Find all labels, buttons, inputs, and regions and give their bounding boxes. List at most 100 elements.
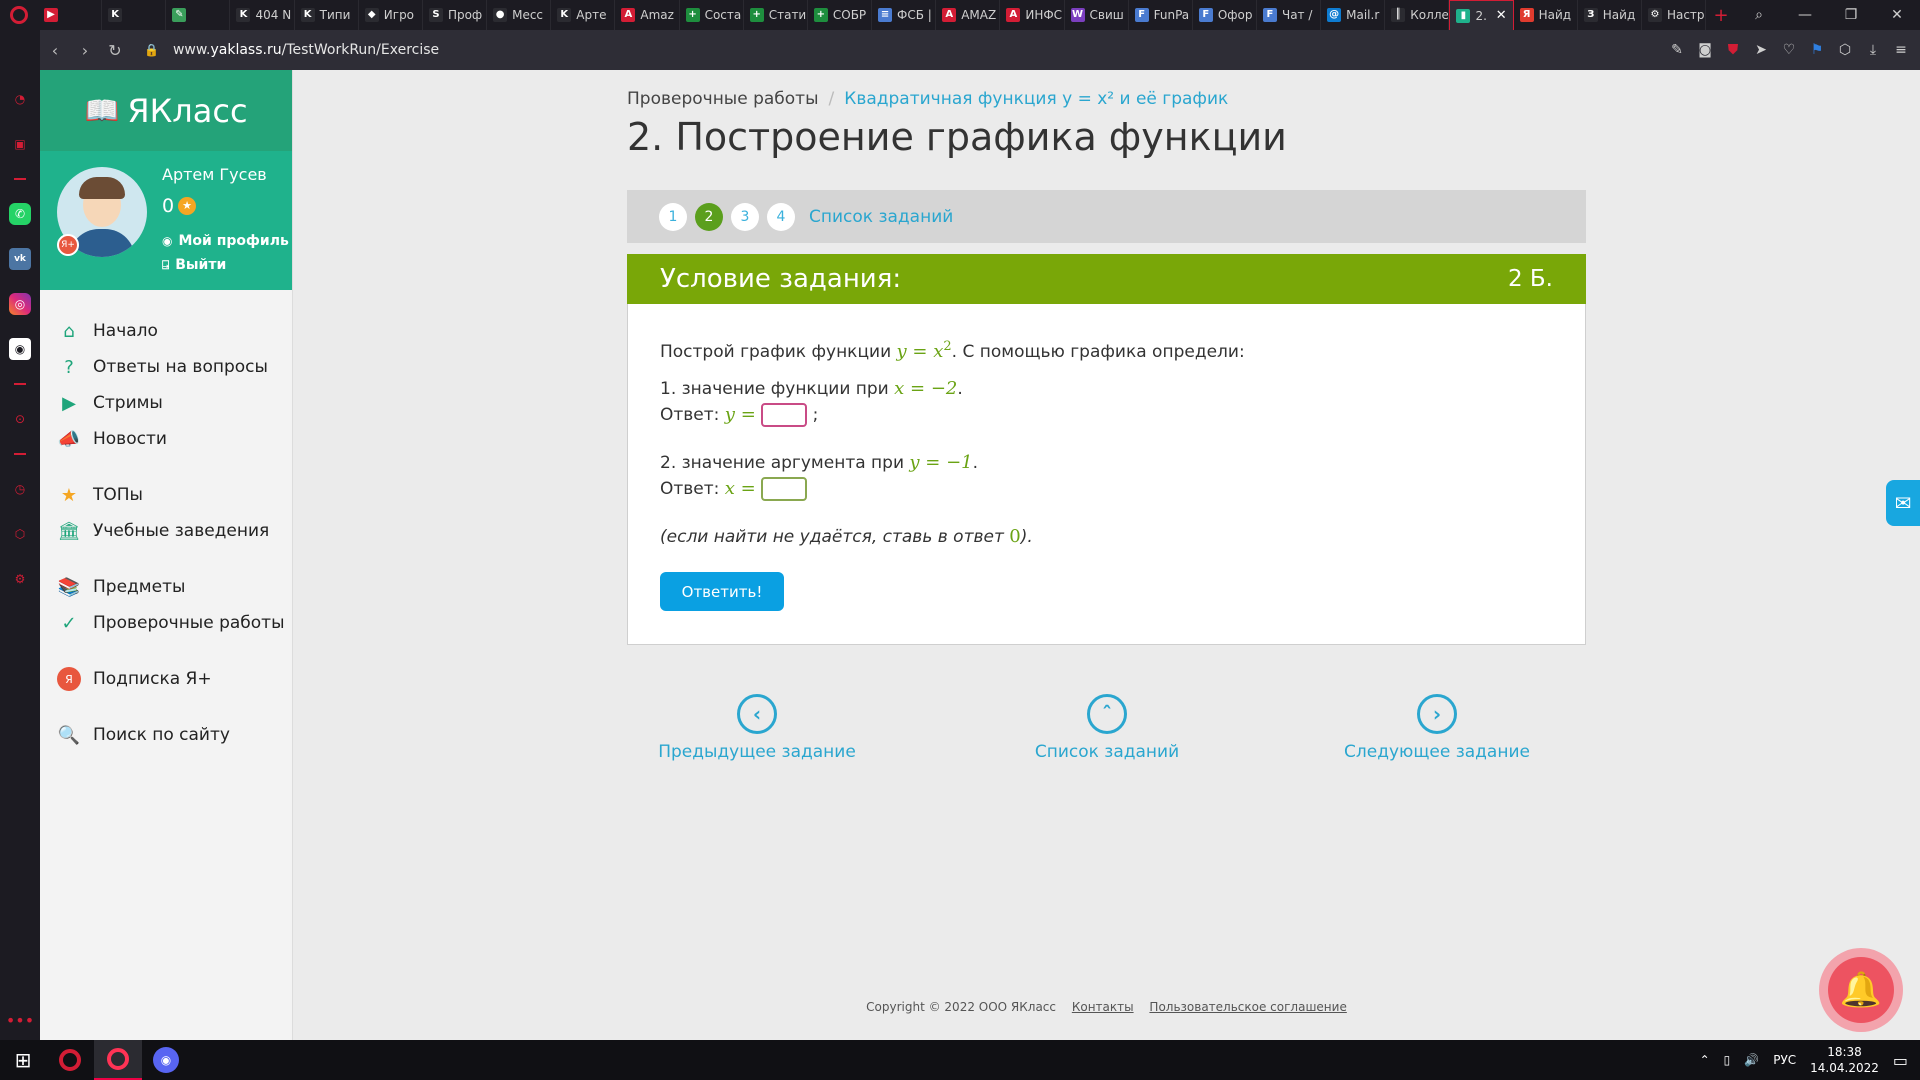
restore-button[interactable]: ❐ [1828,0,1874,30]
taskbar-opera-gx-app[interactable] [94,1040,142,1080]
tray-chevron-icon[interactable]: ⌃ [1700,1053,1710,1067]
download-icon[interactable]: ⤓ [1864,42,1882,58]
edit-icon[interactable]: ✎ [1668,42,1686,58]
notification-bell-button[interactable]: 🔔 [1819,948,1903,1032]
browser-tab[interactable]: ⚙ Настр [1642,0,1706,30]
menu-item[interactable]: 🏛 Учебные заведения [40,513,292,549]
vk-icon[interactable]: vk [9,248,31,270]
browser-tab[interactable]: ▶ [38,0,103,30]
language-indicator[interactable]: РУС [1773,1053,1796,1067]
answer-2-input[interactable] [761,477,808,501]
page-title: 2. Построение графика функции [627,115,1287,159]
browser-tab[interactable]: ◆ Игро [359,0,423,30]
menu-item[interactable]: ✓ Проверочные работы [40,605,292,641]
site-logo[interactable]: 📖 ЯКласс [40,70,292,151]
book-icon: 📖 [84,94,120,127]
heart-icon[interactable]: ♡ [1780,42,1798,58]
menu-item[interactable]: ? Ответы на вопросы [40,349,292,385]
send-icon[interactable]: ➤ [1752,42,1770,58]
speed-dial-icon[interactable]: ◔ [9,88,31,110]
task-list-bottom-link[interactable]: ˆ Список заданий [1007,694,1207,762]
browser-tab[interactable]: A Amaz [615,0,680,30]
browser-tab[interactable]: ▮ 2. ✕ [1449,0,1514,30]
browser-tab[interactable]: A AMAZ [936,0,1001,30]
footer-agreement-link[interactable]: Пользовательское соглашение [1149,1000,1346,1014]
menu-item[interactable]: Я Подписка Я+ [40,661,292,697]
browser-tab[interactable]: K Арте [551,0,616,30]
opera-logo-icon[interactable] [0,0,38,30]
tray-device-icon[interactable]: ▯ [1724,1053,1731,1067]
browser-tab[interactable]: + Соста [680,0,744,30]
browser-tab[interactable]: З Найд [1578,0,1642,30]
answer-1-input[interactable] [761,403,808,427]
cube-icon[interactable]: ⬡ [1836,42,1854,58]
submit-answer-button[interactable]: Ответить! [660,572,784,611]
more-icon[interactable]: ••• [6,1011,34,1030]
browser-tab[interactable]: + Стати [744,0,808,30]
reload-button[interactable]: ↻ [100,41,130,60]
windows-start-icon[interactable]: ⊞ [0,1048,46,1072]
menu-item[interactable]: 🔍 Поиск по сайту [40,717,292,753]
browser-tab[interactable]: A ИНФС [1000,0,1065,30]
volume-icon[interactable]: 🔊 [1744,1053,1759,1067]
camera-icon[interactable]: ◙ [1696,42,1714,58]
tab-favicon-icon: ▶ [44,8,58,22]
next-task-link[interactable]: › Следующее задание [1337,694,1537,762]
footer-contacts-link[interactable]: Контакты [1072,1000,1134,1014]
browser-tab[interactable]: K 404 N [230,0,295,30]
instagram-icon[interactable]: ◎ [9,293,31,315]
browser-tab[interactable]: Я Найд [1514,0,1578,30]
browser-tab[interactable]: ● Месс [487,0,552,30]
menu-item[interactable]: ★ ТОПы [40,477,292,513]
minimize-button[interactable]: — [1782,0,1828,30]
step-1[interactable]: 1 [659,202,687,231]
clock[interactable]: 18:38 14.04.2022 [1810,1044,1879,1076]
step-3[interactable]: 3 [731,202,759,231]
discord-icon[interactable]: ◉ [9,338,31,360]
profile-link[interactable]: ◉ Мой профиль [162,233,289,249]
forward-button[interactable]: › [70,41,100,60]
browser-tab[interactable]: W Свиш [1065,0,1129,30]
step-4[interactable]: 4 [767,202,795,231]
browser-tab[interactable]: + СОБР [808,0,873,30]
taskbar-opera-app[interactable] [46,1040,94,1080]
taskbar-discord-app[interactable]: ◉ [142,1040,190,1080]
menu-item[interactable]: ▶ Стримы [40,385,292,421]
menu-item[interactable]: 📣 Новости [40,421,292,457]
menu-item[interactable]: 📚 Предметы [40,569,292,605]
browser-tab[interactable]: K [102,0,167,30]
step-2[interactable]: 2 [695,202,723,231]
breadcrumb-root[interactable]: Проверочные работы [627,89,819,109]
task-list-link[interactable]: Список заданий [809,207,953,227]
search-tabs-icon[interactable]: ⌕ [1736,0,1782,30]
menu-item[interactable]: ⌂ Начало [40,313,292,349]
whatsapp-icon[interactable]: ✆ [9,203,31,225]
flag-icon[interactable]: ⚑ [1808,42,1826,58]
breadcrumb-topic[interactable]: Квадратичная функция y = x² и её график [844,89,1228,109]
browser-tab[interactable]: F Офор [1193,0,1257,30]
new-tab-button[interactable]: + [1706,5,1736,26]
browser-tab[interactable]: S Проф [423,0,488,30]
menu-icon[interactable]: ≡ [1892,42,1910,58]
close-tab-icon[interactable]: ✕ [1496,8,1507,23]
browser-tab[interactable]: @ Mail.r [1321,0,1386,30]
browser-tab[interactable]: K Типи [295,0,359,30]
browser-tab[interactable]: F FunPa [1129,0,1193,30]
browser-tab[interactable]: ≡ ФСБ | [872,0,937,30]
settings-icon[interactable]: ⚙ [9,568,31,590]
extensions-icon[interactable]: ⬡ [9,523,31,545]
adblock-icon[interactable]: ⛊ [1724,42,1742,58]
logout-link[interactable]: ⍈ Выйти [162,257,226,273]
close-window-button[interactable]: ✕ [1874,0,1920,30]
back-button[interactable]: ‹ [40,41,70,60]
url-field[interactable]: 🔒 www.yaklass.ru/TestWorkRun/Exercise [144,42,439,58]
player-icon[interactable]: ⊙ [9,408,31,430]
notifications-icon[interactable]: ▭ [1893,1051,1908,1070]
browser-tab[interactable]: F Чат / [1257,0,1322,30]
browser-tab[interactable]: ✎ [166,0,231,30]
feedback-mail-icon[interactable]: ✉ [1886,480,1920,526]
bag-icon[interactable]: ▣ [9,133,31,155]
browser-tab[interactable]: ║ Колле [1385,0,1450,30]
history-icon[interactable]: ◷ [9,478,31,500]
previous-task-link[interactable]: ‹ Предыдущее задание [657,694,857,762]
